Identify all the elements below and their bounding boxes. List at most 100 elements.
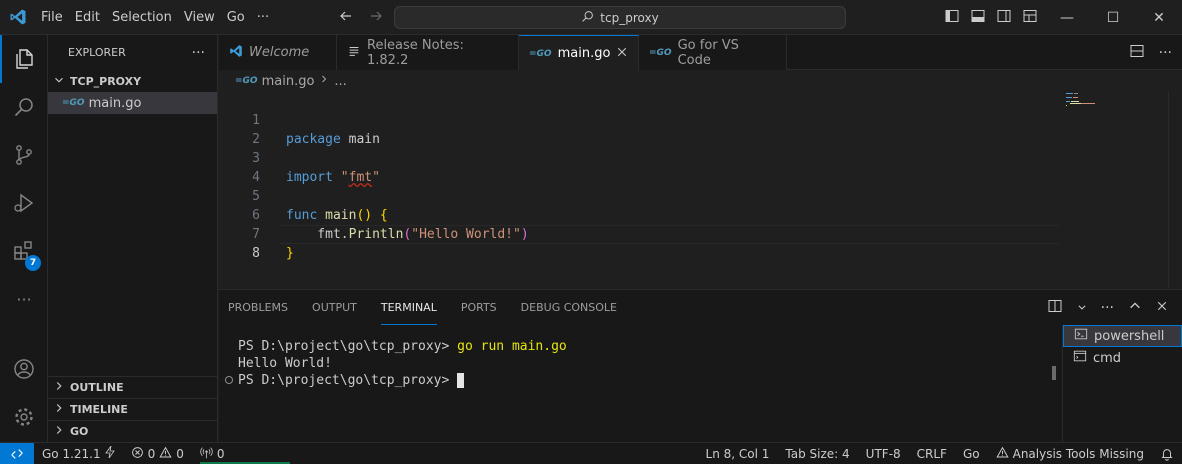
section-outline[interactable]: OUTLINE bbox=[48, 376, 217, 398]
accounts-icon[interactable] bbox=[0, 345, 48, 393]
source-control-icon[interactable] bbox=[0, 131, 48, 179]
section-timeline[interactable]: TIMELINE bbox=[48, 398, 217, 420]
terminal-prompt: PS D:\project\go\tcp_proxy> bbox=[238, 373, 458, 388]
go-file-icon: =GO bbox=[62, 98, 85, 108]
maximize-panel-icon[interactable] bbox=[1128, 299, 1142, 316]
search-sidebar-icon[interactable] bbox=[0, 83, 48, 131]
toggle-primary-sidebar-icon[interactable] bbox=[944, 8, 960, 27]
toggle-secondary-sidebar-icon[interactable] bbox=[996, 8, 1012, 27]
toggle-panel-icon[interactable] bbox=[970, 8, 986, 27]
tab-size-status[interactable]: Tab Size: 4 bbox=[777, 443, 857, 464]
minimap[interactable] bbox=[1064, 92, 1164, 132]
chevron-right-icon bbox=[52, 401, 66, 418]
warning-icon bbox=[159, 446, 172, 462]
terminal-item-powershell[interactable]: powershell bbox=[1063, 325, 1182, 347]
panel-tab-terminal[interactable]: TERMINAL bbox=[380, 290, 437, 325]
sidebar-more-button[interactable]: ··· bbox=[192, 45, 205, 61]
close-panel-icon[interactable] bbox=[1156, 300, 1168, 315]
code-line: 1 package main bbox=[219, 92, 1064, 147]
folder-tcp-proxy[interactable]: TCP_PROXY bbox=[48, 70, 217, 92]
chevron-down-icon[interactable] bbox=[1077, 301, 1087, 315]
run-and-debug-icon[interactable] bbox=[0, 179, 48, 227]
remote-indicator-icon[interactable] bbox=[0, 442, 34, 464]
panel-more-icon[interactable]: ··· bbox=[1101, 300, 1114, 316]
panel-tab-ports[interactable]: PORTS bbox=[461, 290, 497, 325]
activity-bar: 7 ··· bbox=[0, 35, 48, 442]
panel-tab-output[interactable]: OUTPUT bbox=[312, 290, 357, 325]
command-center[interactable]: tcp_proxy bbox=[394, 6, 846, 29]
chevron-right-icon bbox=[52, 379, 66, 396]
file-label: main.go bbox=[88, 95, 142, 111]
notifications-bell-icon[interactable] bbox=[1152, 443, 1182, 464]
editor-more-icon[interactable]: ··· bbox=[1159, 45, 1172, 61]
go-version-status[interactable]: Go 1.21.1 bbox=[34, 443, 123, 464]
editor-scrollbar[interactable] bbox=[1168, 92, 1169, 288]
broadcast-icon bbox=[200, 446, 213, 462]
extensions-badge: 7 bbox=[25, 255, 41, 271]
panel-tab-debug-console[interactable]: DEBUG CONSOLE bbox=[521, 290, 617, 325]
tab-main-go[interactable]: =GO main.go bbox=[519, 35, 639, 71]
terminal-icon bbox=[1074, 327, 1088, 345]
settings-gear-icon[interactable] bbox=[0, 393, 48, 441]
menu-go[interactable]: Go bbox=[221, 0, 251, 35]
tab-go-for-vscode[interactable]: =GO Go for VS Code bbox=[639, 35, 787, 70]
menu-file[interactable]: File bbox=[35, 0, 69, 35]
error-icon bbox=[131, 446, 144, 462]
terminal-prompt: PS D:\project\go\tcp_proxy> bbox=[238, 339, 458, 354]
line-number: 8 bbox=[252, 246, 260, 261]
explorer-icon[interactable] bbox=[0, 35, 48, 83]
forward-arrow-icon[interactable] bbox=[368, 8, 384, 27]
tab-label: Welcome bbox=[249, 45, 310, 60]
lightning-icon bbox=[104, 445, 115, 461]
terminal-scrollbar[interactable] bbox=[1052, 366, 1056, 380]
chevron-down-icon bbox=[52, 73, 66, 90]
panel-tab-problems[interactable]: PROBLEMS bbox=[228, 290, 288, 325]
split-editor-icon[interactable] bbox=[1129, 43, 1145, 62]
code-line: 6 fmt.Println("Hello World!") bbox=[219, 187, 1064, 242]
split-terminal-icon[interactable] bbox=[1047, 298, 1063, 317]
cursor-position-status[interactable]: Ln 8, Col 1 bbox=[698, 443, 778, 464]
go-version-label: Go 1.21.1 bbox=[42, 446, 101, 461]
code-editor[interactable]: 1 package main 2 3 import "fmt" 4 5 func… bbox=[219, 92, 1182, 288]
tab-welcome[interactable]: Welcome bbox=[219, 35, 337, 70]
terminal-output[interactable]: PS D:\project\go\tcp_proxy> go run main.… bbox=[238, 338, 567, 389]
eol-status[interactable]: CRLF bbox=[909, 443, 955, 464]
more-views-icon[interactable]: ··· bbox=[0, 275, 48, 323]
terminal-command-decoration-icon[interactable] bbox=[225, 376, 233, 384]
section-outline-label: OUTLINE bbox=[70, 381, 124, 394]
extensions-icon[interactable]: 7 bbox=[0, 227, 48, 275]
code-line: 4 bbox=[219, 149, 1064, 185]
terminal-item-cmd[interactable]: cmd bbox=[1063, 347, 1182, 369]
minimize-button[interactable]: — bbox=[1044, 0, 1090, 35]
menu-more[interactable]: ··· bbox=[251, 0, 275, 35]
customize-layout-icon[interactable] bbox=[1022, 8, 1038, 27]
code-line: 5 func main() { bbox=[219, 168, 1064, 223]
error-count: 0 bbox=[147, 446, 156, 461]
breadcrumb[interactable]: =GO main.go ... bbox=[219, 70, 347, 92]
problems-status[interactable]: 0 0 bbox=[123, 443, 192, 464]
breadcrumb-file[interactable]: main.go bbox=[262, 74, 315, 89]
breadcrumb-more[interactable]: ... bbox=[334, 74, 346, 89]
language-mode-status[interactable]: Go bbox=[955, 443, 988, 464]
back-arrow-icon[interactable] bbox=[338, 8, 354, 27]
close-window-button[interactable]: ✕ bbox=[1136, 0, 1182, 35]
section-timeline-label: TIMELINE bbox=[70, 403, 128, 416]
go-file-icon: =GO bbox=[529, 48, 552, 59]
menu-edit[interactable]: Edit bbox=[69, 0, 106, 35]
explorer-sidebar: EXPLORER ··· TCP_PROXY =GO main.go OUTLI… bbox=[48, 35, 218, 442]
code-line: 2 bbox=[219, 111, 1064, 147]
warning-count: 0 bbox=[176, 446, 184, 461]
encoding-status[interactable]: UTF-8 bbox=[858, 443, 909, 464]
ports-status[interactable]: 0 bbox=[192, 443, 233, 464]
menu-selection[interactable]: Selection bbox=[106, 0, 178, 35]
title-bar: File Edit Selection View Go ··· tcp_prox… bbox=[0, 0, 1182, 35]
close-tab-icon[interactable] bbox=[616, 46, 628, 62]
menu-view[interactable]: View bbox=[178, 0, 221, 35]
analysis-tools-status[interactable]: Analysis Tools Missing bbox=[988, 443, 1152, 464]
file-main-go[interactable]: =GO main.go bbox=[48, 92, 217, 114]
vscode-logo-icon bbox=[0, 0, 35, 35]
tab-release-notes[interactable]: Release Notes: 1.82.2 bbox=[337, 35, 519, 70]
editor-tabs: Welcome Release Notes: 1.82.2 =GO main.g… bbox=[219, 35, 1182, 71]
section-go[interactable]: GO bbox=[48, 420, 217, 442]
maximize-button[interactable]: ☐ bbox=[1090, 0, 1136, 35]
